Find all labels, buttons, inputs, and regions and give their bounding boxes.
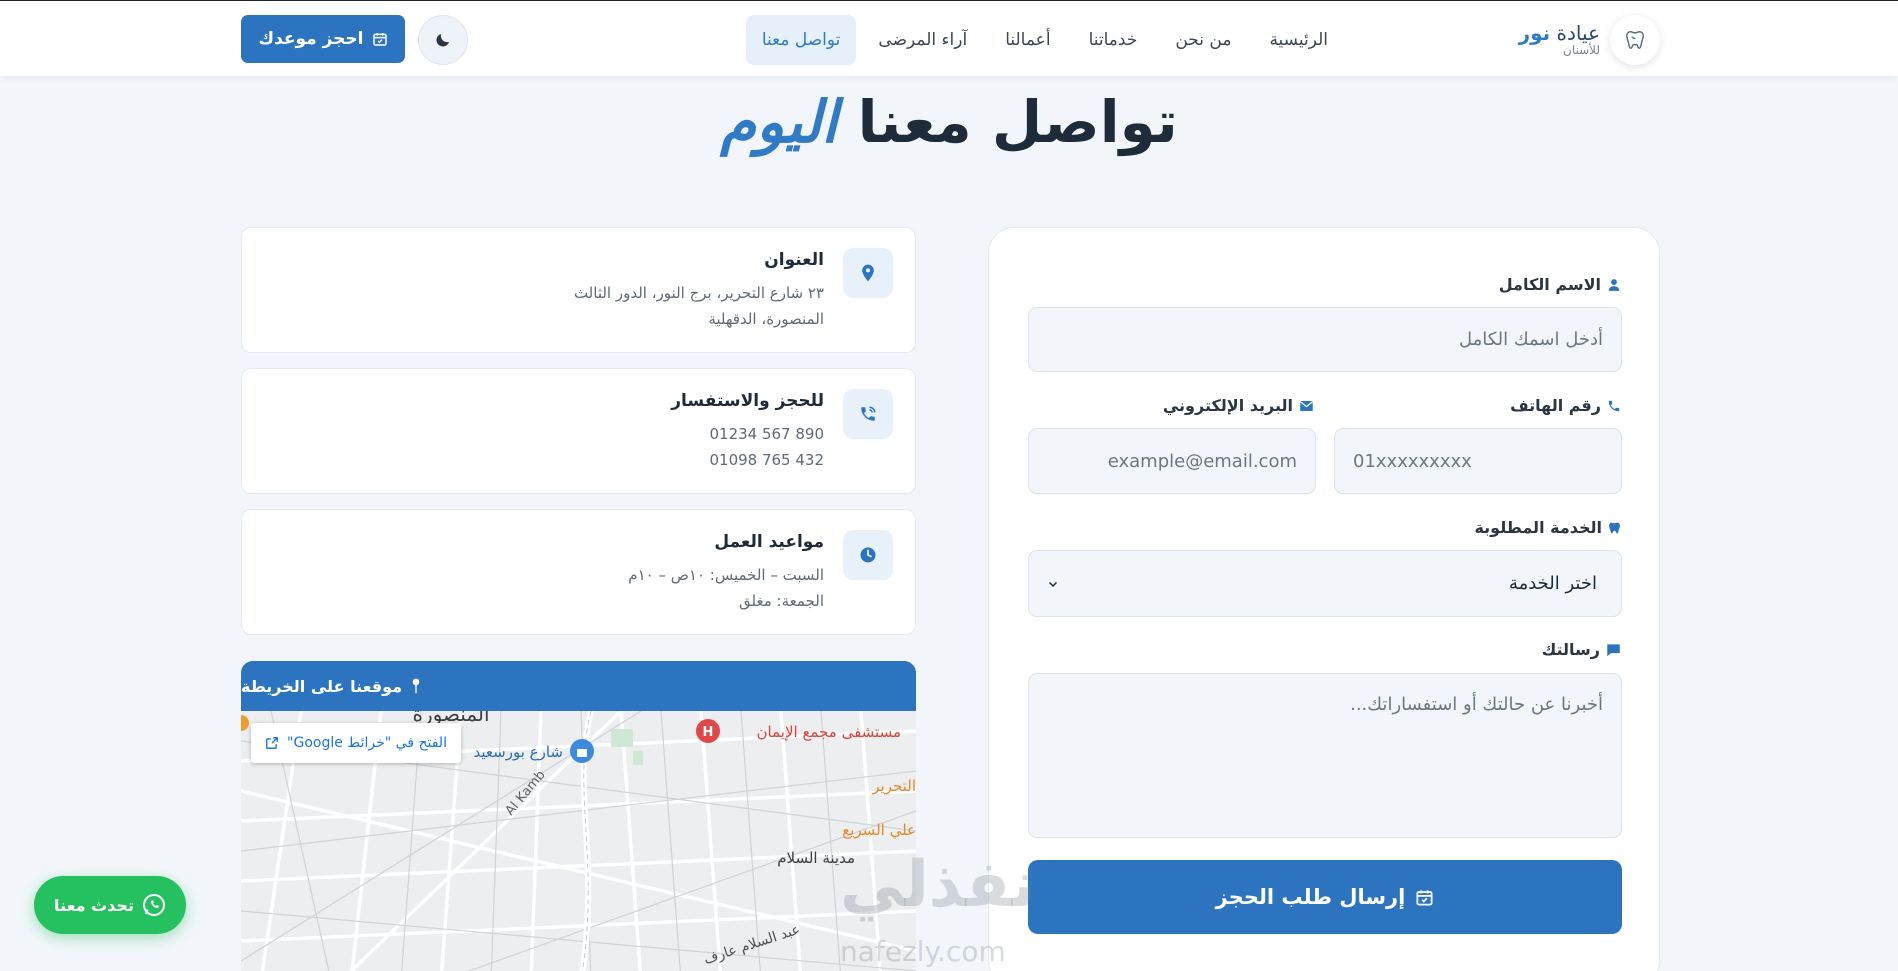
service-label: الخدمة المطلوبة bbox=[1474, 518, 1621, 537]
address-line-2: المنصورة، الدقهلية bbox=[708, 310, 824, 328]
message-label: رسالتك bbox=[1542, 640, 1621, 659]
address-card: العنوان ٢٣ شارع التحرير، برج النور، الدو… bbox=[241, 227, 916, 353]
hospital-marker[interactable]: H bbox=[696, 719, 720, 743]
page-title: تواصل معنا اليوم bbox=[720, 88, 1178, 156]
email-label: البريد الإلكتروني bbox=[1163, 396, 1314, 415]
comment-icon bbox=[1607, 643, 1620, 656]
map-header: موقعنا على الخريطة bbox=[241, 661, 916, 711]
calendar-check-icon bbox=[372, 33, 387, 46]
hours-line-2: الجمعة: مغلق bbox=[739, 592, 824, 610]
clock-icon bbox=[843, 530, 893, 580]
contact-title: للحجز والاستفسار bbox=[671, 391, 824, 411]
map-label-street-1: شارع بورسعيد bbox=[474, 743, 563, 761]
theme-toggle-button[interactable] bbox=[418, 15, 468, 65]
nav-item-reviews[interactable]: آراء المرضى bbox=[862, 15, 983, 65]
external-link-icon bbox=[266, 737, 278, 749]
name-label: الاسم الكامل bbox=[1499, 275, 1621, 294]
calendar-check-icon bbox=[1416, 889, 1433, 905]
nav-item-services[interactable]: خدماتنا bbox=[1073, 15, 1154, 65]
hours-line-1: السبت – الخميس: ١٠ص – ١٠م bbox=[628, 566, 824, 584]
brand-name: عيادة نور bbox=[1518, 21, 1600, 46]
map-marker-icon bbox=[843, 248, 893, 298]
nav-item-works[interactable]: أعمالنا bbox=[989, 15, 1066, 65]
whatsapp-icon bbox=[142, 894, 165, 916]
watermark: نفذلي bbox=[840, 848, 1036, 922]
hours-title: مواعيد العمل bbox=[714, 532, 824, 552]
chevron-down-icon bbox=[1048, 581, 1058, 587]
map-label-street-2: التحرير bbox=[871, 777, 916, 795]
whatsapp-chat-button[interactable]: تحدث معنا bbox=[34, 876, 186, 934]
user-icon bbox=[1608, 278, 1620, 291]
phone-number-1[interactable]: 01234 567 890 bbox=[709, 425, 824, 443]
site-header: عيادة نور للأسنان الرئيسية من نحن خدماتن… bbox=[0, 0, 1898, 76]
book-appointment-button[interactable]: احجز موعدك bbox=[241, 15, 405, 63]
address-title: العنوان bbox=[764, 250, 824, 270]
nav-item-contact[interactable]: تواصل معنا bbox=[745, 15, 857, 65]
watermark-url: nafezly.com bbox=[840, 935, 1006, 968]
phone-number-2[interactable]: 01098 765 432 bbox=[709, 451, 824, 469]
moon-icon bbox=[436, 34, 449, 47]
address-line-1: ٢٣ شارع التحرير، برج النور، الدور الثالث bbox=[573, 284, 824, 302]
brand[interactable]: عيادة نور للأسنان bbox=[1519, 15, 1660, 65]
svg-text:H: H bbox=[703, 725, 714, 740]
phone-input[interactable]: 01xxxxxxxxx bbox=[1334, 428, 1622, 494]
tooth-small-icon bbox=[1609, 522, 1620, 533]
contact-card: للحجز والاستفسار 01234 567 890 01098 765… bbox=[241, 368, 916, 494]
service-select[interactable]: اختر الخدمة bbox=[1028, 550, 1622, 617]
tooth-icon bbox=[1610, 15, 1660, 65]
map-pin-icon bbox=[412, 678, 420, 694]
map-label-hospital: مستشفى مجمع الإيمان bbox=[757, 723, 901, 741]
nav-item-about[interactable]: من نحن bbox=[1159, 15, 1247, 65]
map-label-street-3: علي السريع bbox=[842, 821, 916, 840]
nav-item-home[interactable]: الرئيسية bbox=[1253, 15, 1344, 65]
phone-volume-icon bbox=[843, 389, 893, 439]
full-name-input[interactable]: أدخل اسمك الكامل bbox=[1028, 307, 1622, 372]
submit-booking-button[interactable]: إرسال طلب الحجز bbox=[1028, 860, 1622, 934]
phone-icon bbox=[1608, 400, 1620, 411]
envelope-icon bbox=[1299, 400, 1314, 411]
main-nav: الرئيسية من نحن خدماتنا أعمالنا آراء الم… bbox=[745, 15, 1344, 65]
map-section: موقعنا على الخريطة H المنصورة مستشفى مجم… bbox=[241, 661, 916, 971]
hours-card: مواعيد العمل السبت – الخميس: ١٠ص – ١٠م ا… bbox=[241, 509, 916, 635]
open-in-google-maps-link[interactable]: الفتح في "خرائط Google" bbox=[251, 723, 461, 763]
message-textarea[interactable]: أخبرنا عن حالتك أو استفساراتك... bbox=[1028, 673, 1622, 838]
booking-form: الاسم الكامل أدخل اسمك الكامل رقم الهاتف… bbox=[988, 227, 1660, 971]
brand-subtitle: للأسنان bbox=[1563, 43, 1600, 58]
phone-label: رقم الهاتف bbox=[1510, 396, 1621, 415]
lock-marker[interactable] bbox=[570, 739, 594, 763]
email-input[interactable]: example@email.com bbox=[1028, 428, 1316, 494]
